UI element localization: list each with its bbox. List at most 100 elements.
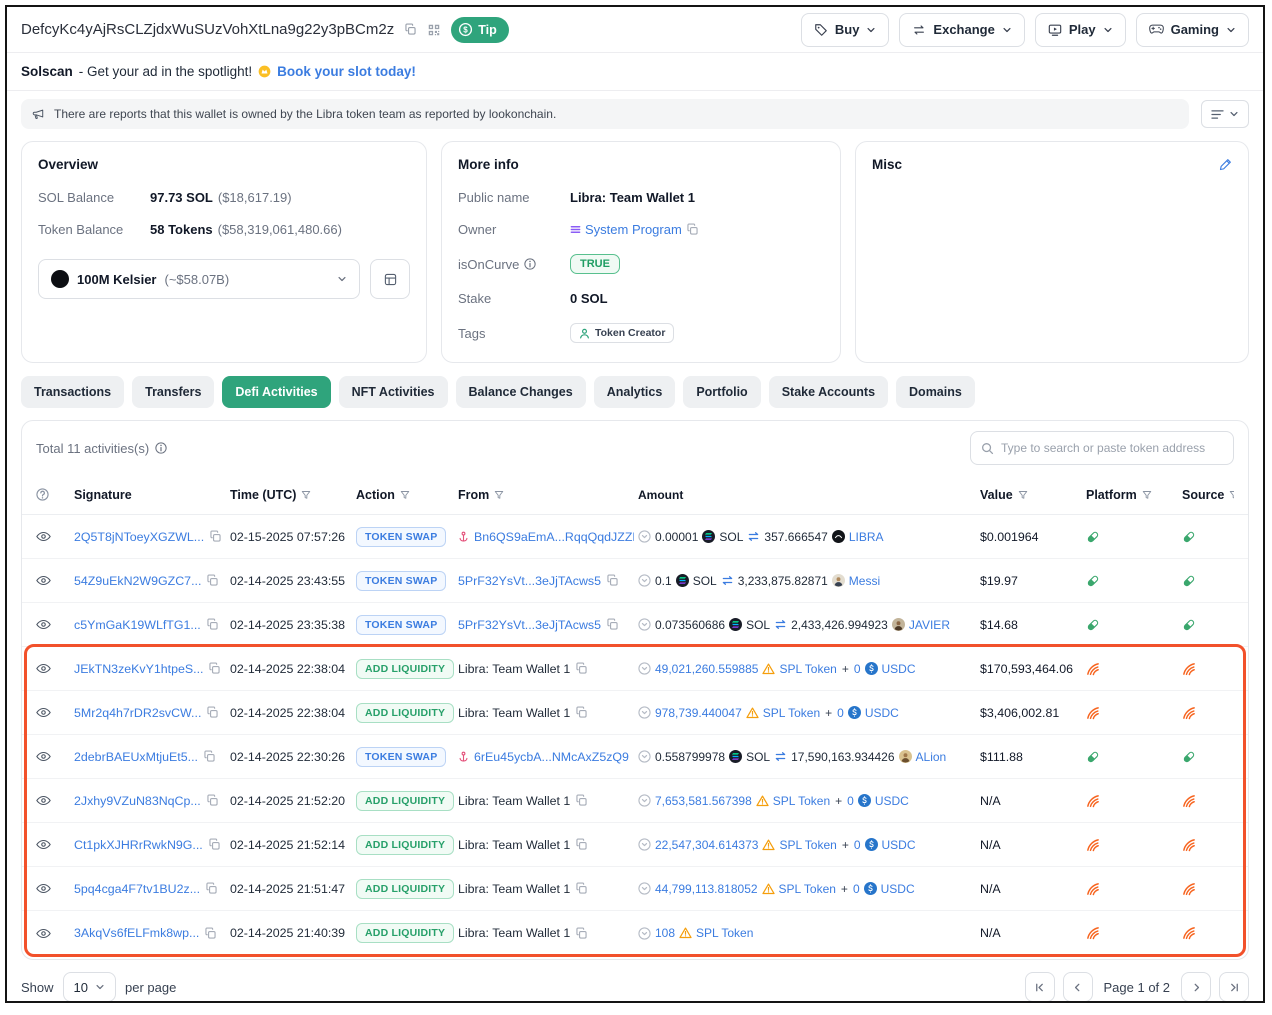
nav-exchange-button[interactable]: Exchange xyxy=(899,13,1024,47)
signature-link[interactable]: 2Q5T8jNToeyXGZWL... xyxy=(74,530,204,544)
token-link[interactable]: JAVIER xyxy=(909,618,950,632)
pump-icon[interactable] xyxy=(1086,750,1100,764)
copy-address-icon[interactable] xyxy=(404,23,417,36)
token-link[interactable]: USDC xyxy=(882,662,916,676)
signature-link[interactable]: 2Jxhy9VZuN83NqCp... xyxy=(74,794,201,808)
eye-icon[interactable] xyxy=(36,575,51,586)
token-link[interactable]: USDC xyxy=(881,882,915,896)
copy-icon[interactable] xyxy=(575,662,588,675)
tab-transactions[interactable]: Transactions xyxy=(21,376,124,408)
tab-analytics[interactable]: Analytics xyxy=(594,376,676,408)
meteora-icon[interactable] xyxy=(1182,838,1196,852)
tab-transfers[interactable]: Transfers xyxy=(132,376,214,408)
eye-icon[interactable] xyxy=(36,839,51,850)
tab-defi-activities[interactable]: Defi Activities xyxy=(222,376,330,408)
tab-portfolio[interactable]: Portfolio xyxy=(683,376,760,408)
token-link[interactable]: ALion xyxy=(916,750,947,764)
token-link[interactable]: SPL Token xyxy=(779,662,836,676)
view-options-button[interactable] xyxy=(1201,100,1249,128)
copy-icon[interactable] xyxy=(205,882,218,895)
funnel-icon[interactable] xyxy=(400,490,410,500)
copy-icon[interactable] xyxy=(606,574,619,587)
token-link[interactable]: Messi xyxy=(849,574,880,588)
copy-icon[interactable] xyxy=(606,618,619,631)
pump-icon[interactable] xyxy=(1182,574,1196,588)
ad-link[interactable]: Book your slot today! xyxy=(277,64,416,79)
pencil-icon[interactable] xyxy=(1219,158,1232,171)
meteora-icon[interactable] xyxy=(1182,794,1196,808)
eye-icon[interactable] xyxy=(36,707,51,718)
first-page-button[interactable] xyxy=(1025,972,1055,1002)
copy-icon[interactable] xyxy=(575,706,588,719)
signature-link[interactable]: 2debrBAEUxMtjuEt5... xyxy=(74,750,198,764)
copy-icon[interactable] xyxy=(204,927,217,940)
tab-nft-activities[interactable]: NFT Activities xyxy=(339,376,448,408)
nav-buy-button[interactable]: Buy xyxy=(801,13,890,47)
pump-icon[interactable] xyxy=(1182,530,1196,544)
token-link[interactable]: USDC xyxy=(882,838,916,852)
tab-balance-changes[interactable]: Balance Changes xyxy=(456,376,586,408)
token-link[interactable]: SPL Token xyxy=(763,706,820,720)
pump-icon[interactable] xyxy=(1182,750,1196,764)
from-address-link[interactable]: Bn6QS9aEmA...RqqQqdJZZM xyxy=(474,530,634,544)
meteora-icon[interactable] xyxy=(1182,706,1196,720)
meteora-icon[interactable] xyxy=(1086,662,1100,676)
signature-link[interactable]: 54Z9uEkN2W9GZC7... xyxy=(74,574,201,588)
copy-icon[interactable] xyxy=(208,662,221,675)
meteora-icon[interactable] xyxy=(1182,662,1196,676)
meteora-icon[interactable] xyxy=(1086,838,1100,852)
funnel-icon[interactable] xyxy=(1018,490,1028,500)
eye-icon[interactable] xyxy=(36,883,51,894)
portfolio-button[interactable] xyxy=(370,259,410,299)
copy-icon[interactable] xyxy=(206,618,219,631)
eye-icon[interactable] xyxy=(36,663,51,674)
copy-icon[interactable] xyxy=(575,927,588,940)
meteora-icon[interactable] xyxy=(1086,926,1100,940)
token-link[interactable]: SPL Token xyxy=(773,794,830,808)
copy-icon[interactable] xyxy=(206,706,219,719)
token-link[interactable]: SPL Token xyxy=(779,882,836,896)
prev-page-button[interactable] xyxy=(1063,972,1093,1002)
funnel-icon[interactable] xyxy=(494,490,504,500)
copy-icon[interactable] xyxy=(209,530,222,543)
token-link[interactable]: LIBRA xyxy=(849,530,884,544)
eye-icon[interactable] xyxy=(36,751,51,762)
copy-icon[interactable] xyxy=(203,750,216,763)
tab-domains[interactable]: Domains xyxy=(896,376,975,408)
meteora-icon[interactable] xyxy=(1086,706,1100,720)
from-address-link[interactable]: 6rEu45ycbA...NMcAxZ5zQ9 xyxy=(474,750,629,764)
owner-link[interactable]: System Program xyxy=(585,222,682,237)
eye-icon[interactable] xyxy=(36,928,51,939)
meteora-icon[interactable] xyxy=(1086,794,1100,808)
eye-icon[interactable] xyxy=(36,619,51,630)
token-selector[interactable]: 100M Kelsier (~$58.07B) xyxy=(38,259,360,299)
funnel-icon[interactable] xyxy=(301,490,311,500)
token-link[interactable]: SPL Token xyxy=(696,926,753,940)
signature-link[interactable]: 5Mr2q4h7rDR2svCW... xyxy=(74,706,201,720)
signature-link[interactable]: 3AkqVs6fELFmk8wp... xyxy=(74,926,199,940)
last-page-button[interactable] xyxy=(1219,972,1249,1002)
next-page-button[interactable] xyxy=(1181,972,1211,1002)
from-address-link[interactable]: 5PrF32YsVt...3eJjTAcws5 xyxy=(458,574,601,588)
tab-stake-accounts[interactable]: Stake Accounts xyxy=(769,376,888,408)
pump-icon[interactable] xyxy=(1086,574,1100,588)
token-creator-tag[interactable]: Token Creator xyxy=(570,323,674,343)
page-size-select[interactable]: 10 xyxy=(63,972,116,1002)
signature-link[interactable]: JEkTN3zeKvY1htpeS... xyxy=(74,662,203,676)
tip-button[interactable]: $ Tip xyxy=(451,17,509,43)
funnel-icon[interactable] xyxy=(1229,490,1234,500)
search-input[interactable] xyxy=(1001,441,1223,455)
nav-play-button[interactable]: Play xyxy=(1035,13,1126,47)
copy-icon[interactable] xyxy=(206,574,219,587)
copy-icon[interactable] xyxy=(575,794,588,807)
pump-icon[interactable] xyxy=(1086,530,1100,544)
token-link[interactable]: USDC xyxy=(865,706,899,720)
meteora-icon[interactable] xyxy=(1086,882,1100,896)
copy-icon[interactable] xyxy=(206,794,219,807)
pump-icon[interactable] xyxy=(1086,618,1100,632)
token-link[interactable]: SPL Token xyxy=(779,838,836,852)
copy-icon[interactable] xyxy=(575,882,588,895)
pump-icon[interactable] xyxy=(1182,618,1196,632)
copy-icon[interactable] xyxy=(575,838,588,851)
copy-icon[interactable] xyxy=(208,838,221,851)
